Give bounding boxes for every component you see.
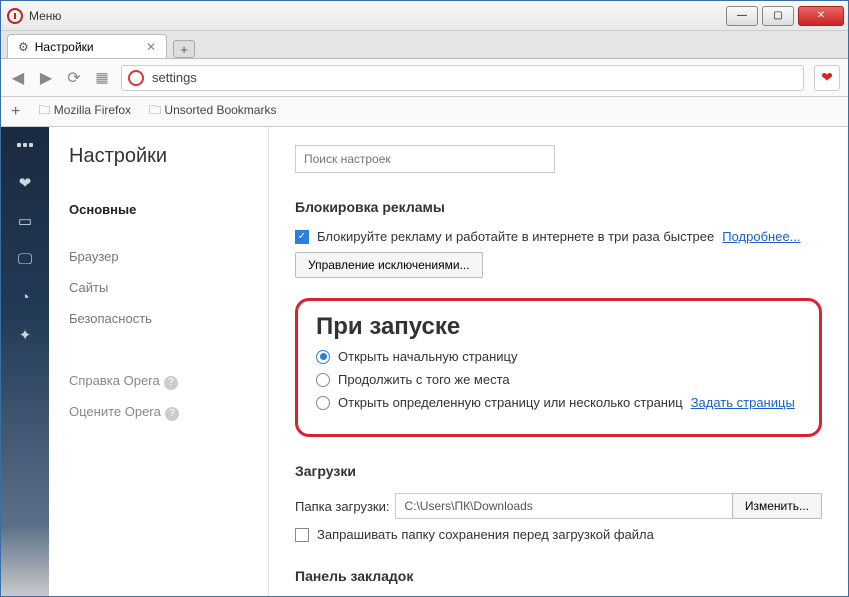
tab-close-icon[interactable]: ✕ <box>146 40 156 54</box>
tab-settings[interactable]: ⚙ Настройки ✕ <box>7 34 167 58</box>
section-adblock: Блокировка рекламы ✓ Блокируйте рекламу … <box>295 199 822 278</box>
sidebar-item-browser[interactable]: Браузер <box>69 241 248 272</box>
manage-exceptions-button[interactable]: Управление исключениями... <box>295 252 483 278</box>
set-pages-link[interactable]: Задать страницы <box>691 395 795 410</box>
settings-search-input[interactable] <box>295 145 555 173</box>
menu-button[interactable]: Меню <box>29 9 61 23</box>
opera-o-icon <box>128 70 144 86</box>
reload-button[interactable]: ⟳ <box>65 68 83 88</box>
help-icon: ? <box>164 376 178 390</box>
back-button[interactable]: ◀ <box>9 68 27 88</box>
speed-dial-icon[interactable] <box>15 137 35 153</box>
sync-icon[interactable]: 🖵 <box>15 251 35 267</box>
gear-icon: ⚙ <box>18 40 29 54</box>
window-controls: — ▢ ✕ <box>726 6 848 26</box>
change-folder-button[interactable]: Изменить... <box>732 493 822 519</box>
speed-dial-button[interactable]: ▦ <box>93 69 111 86</box>
settings-content: Блокировка рекламы ✓ Блокируйте рекламу … <box>269 127 848 596</box>
navigation-toolbar: ◀ ▶ ⟳ ▦ ❤ <box>1 59 848 97</box>
sidebar-item-security[interactable]: Безопасность <box>69 303 248 334</box>
adblock-checkbox[interactable]: ✓ <box>295 230 309 244</box>
maximize-button[interactable]: ▢ <box>762 6 794 26</box>
radio-label: Продолжить с того же места <box>338 372 510 387</box>
window-titlebar: Меню — ▢ ✕ <box>1 1 848 31</box>
history-icon[interactable]: ◔ <box>15 289 35 305</box>
startup-radio-specific[interactable] <box>316 396 330 410</box>
download-folder-input[interactable] <box>395 493 732 519</box>
tab-strip: ⚙ Настройки ✕ + <box>1 31 848 59</box>
sidebar-item-basic[interactable]: Основные <box>69 194 248 225</box>
add-bookmark-button[interactable]: + <box>11 103 20 121</box>
section-downloads: Загрузки Папка загрузки: Изменить... Зап… <box>295 463 822 542</box>
sidebar-help[interactable]: Справка Opera? <box>69 366 248 397</box>
ask-folder-label: Запрашивать папку сохранения перед загру… <box>317 527 654 542</box>
section-title: При запуске <box>316 313 801 341</box>
icon-rail: ❤ ▭ 🖵 ◔ ✦ <box>1 127 49 596</box>
forward-button[interactable]: ▶ <box>37 68 55 88</box>
content-area: ❤ ▭ 🖵 ◔ ✦ Настройки Основные Браузер Сай… <box>1 127 848 596</box>
section-bookmark-panel: Панель закладок <box>295 568 822 584</box>
bookmark-folder[interactable]: 🗀 Mozilla Firefox <box>38 101 131 122</box>
extensions-icon[interactable]: ✦ <box>15 327 35 343</box>
section-startup: При запуске Открыть начальную страницу П… <box>295 298 822 437</box>
help-icon: ? <box>165 407 179 421</box>
bookmarks-toolbar: + 🗀 Mozilla Firefox 🗀 Unsorted Bookmarks <box>1 97 848 127</box>
news-icon[interactable]: ▭ <box>15 213 35 229</box>
browser-window: Меню — ▢ ✕ ⚙ Настройки ✕ + ◀ ▶ ⟳ ▦ ❤ + 🗀… <box>0 0 849 597</box>
bookmark-folder[interactable]: 🗀 Unsorted Bookmarks <box>149 101 276 122</box>
bookmarks-icon[interactable]: ❤ <box>15 175 35 191</box>
startup-radio-homepage[interactable] <box>316 350 330 364</box>
bookmark-heart-button[interactable]: ❤ <box>814 65 840 91</box>
tab-title: Настройки <box>35 40 94 54</box>
sidebar-item-sites[interactable]: Сайты <box>69 272 248 303</box>
adblock-more-link[interactable]: Подробнее... <box>722 229 800 244</box>
ask-folder-checkbox[interactable] <box>295 528 309 542</box>
section-title: Загрузки <box>295 463 822 479</box>
section-title: Блокировка рекламы <box>295 199 822 215</box>
close-button[interactable]: ✕ <box>798 6 844 26</box>
section-title: Панель закладок <box>295 568 822 584</box>
page-title: Настройки <box>69 145 248 168</box>
minimize-button[interactable]: — <box>726 6 758 26</box>
download-folder-label: Папка загрузки: <box>295 499 389 514</box>
address-bar[interactable] <box>121 65 804 91</box>
radio-label: Открыть начальную страницу <box>338 349 518 364</box>
new-tab-button[interactable]: + <box>173 40 195 58</box>
radio-label: Открыть определенную страницу или нескол… <box>338 395 683 410</box>
adblock-label: Блокируйте рекламу и работайте в интерне… <box>317 229 714 244</box>
url-input[interactable] <box>152 70 797 85</box>
settings-sidebar: Настройки Основные Браузер Сайты Безопас… <box>49 127 269 596</box>
startup-radio-continue[interactable] <box>316 373 330 387</box>
sidebar-rate[interactable]: Оцените Opera? <box>69 397 248 428</box>
opera-logo-icon <box>7 8 23 24</box>
